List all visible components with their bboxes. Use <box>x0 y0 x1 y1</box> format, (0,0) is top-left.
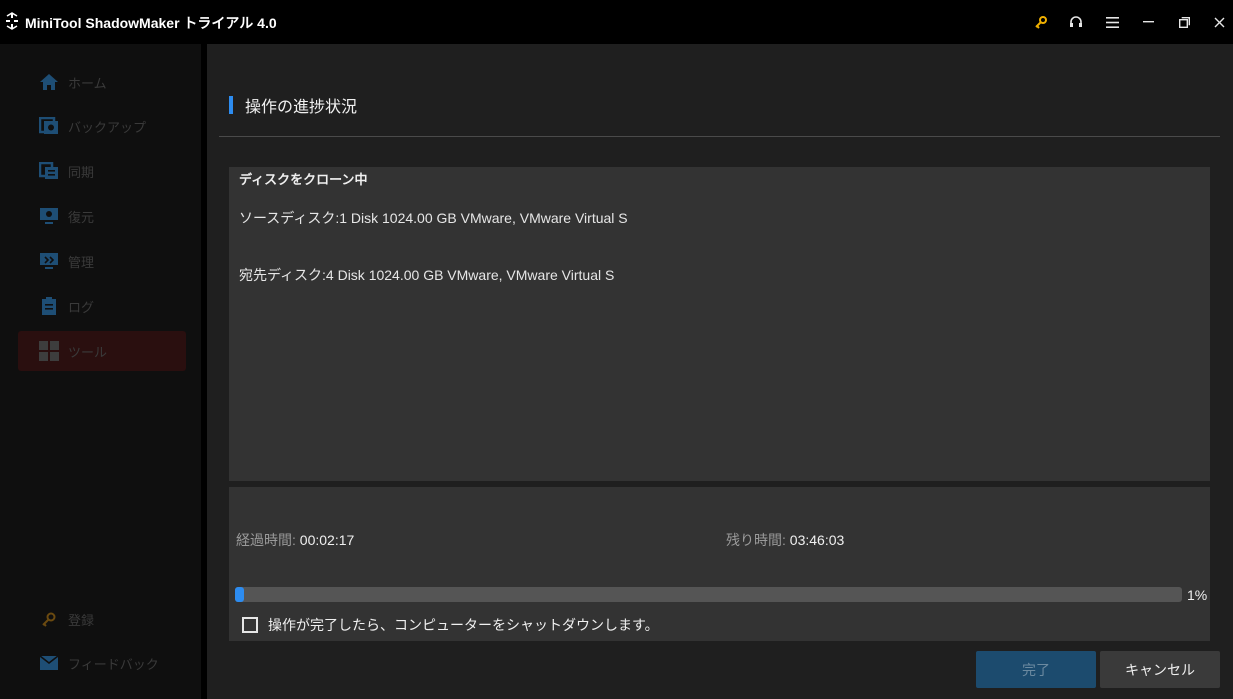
sidebar-item-label: 管理 <box>68 254 95 270</box>
elapsed-time: 経過時間: 00:02:17 <box>236 530 354 550</box>
sync-icon <box>38 160 60 182</box>
menu-icon[interactable] <box>1098 8 1126 36</box>
progress-bar-fill <box>235 587 245 602</box>
mail-icon <box>38 652 60 674</box>
finish-button[interactable]: 完了 <box>976 651 1096 688</box>
sidebar: ホーム バックアップ 同期 復元 管理 ログ ツール 登録 フィードバック <box>0 44 207 699</box>
sidebar-item-label: 同期 <box>68 164 95 180</box>
log-icon <box>38 295 60 317</box>
backup-icon <box>38 115 60 137</box>
sidebar-item-label: 登録 <box>68 612 95 628</box>
shutdown-checkbox[interactable] <box>242 617 258 633</box>
sidebar-item-label: ログ <box>68 299 95 315</box>
restore-icon[interactable] <box>1170 8 1198 36</box>
elapsed-time-value: 00:02:17 <box>299 532 355 548</box>
elapsed-time-label: 経過時間: <box>236 532 296 548</box>
tools-icon <box>38 340 60 362</box>
sidebar-item-label: ホーム <box>68 75 107 91</box>
key-icon <box>38 608 60 630</box>
headset-icon[interactable] <box>1062 8 1090 36</box>
title-bar: MiniTool ShadowMaker トライアル 4.0 <box>0 0 1233 44</box>
key-icon[interactable] <box>1027 8 1055 36</box>
divider <box>219 136 1220 137</box>
page-title: 操作の進捗状況 <box>229 94 357 116</box>
remaining-time: 残り時間: 03:46:03 <box>726 530 844 550</box>
sidebar-item-backup[interactable]: バックアップ <box>18 106 186 146</box>
progress-panel: 経過時間: 00:02:17 残り時間: 03:46:03 1% 操作が完了した… <box>229 487 1210 641</box>
remaining-time-value: 03:46:03 <box>789 532 845 548</box>
status-heading: ディスクをクローン中 <box>239 172 368 187</box>
sidebar-item-label: バックアップ <box>68 119 147 135</box>
sidebar-item-label: フィードバック <box>68 656 159 672</box>
shutdown-option[interactable]: 操作が完了したら、コンピューターをシャットダウンします。 <box>242 615 659 635</box>
page-title-text: 操作の進捗状況 <box>245 99 358 116</box>
operation-info-panel: ディスクをクローン中 ソースディスク:1 Disk 1024.00 GB VMw… <box>229 167 1210 481</box>
sidebar-item-home[interactable]: ホーム <box>18 62 186 102</box>
source-disk-text: ソースディスク:1 Disk 1024.00 GB VMware, VMware… <box>239 210 628 226</box>
sidebar-item-log[interactable]: ログ <box>18 286 186 326</box>
sidebar-item-feedback[interactable]: フィードバック <box>18 643 186 683</box>
sidebar-item-restore[interactable]: 復元 <box>18 196 186 236</box>
minimize-icon[interactable] <box>1134 8 1162 36</box>
manage-icon <box>38 250 60 272</box>
progress-bar <box>235 587 1182 602</box>
cancel-button[interactable]: キャンセル <box>1100 651 1220 688</box>
shutdown-label: 操作が完了したら、コンピューターをシャットダウンします。 <box>268 617 659 633</box>
sidebar-item-label: 復元 <box>68 209 95 225</box>
main-panel: 操作の進捗状況 ディスクをクローン中 ソースディスク:1 Disk 1024.0… <box>207 44 1233 699</box>
progress-percent: 1% <box>1187 587 1208 603</box>
destination-disk-text: 宛先ディスク:4 Disk 1024.00 GB VMware, VMware … <box>239 267 615 283</box>
sidebar-item-label: ツール <box>68 344 108 360</box>
app-title: MiniTool ShadowMaker トライアル 4.0 <box>25 15 277 31</box>
title-accent-bar <box>229 96 233 114</box>
remaining-time-label: 残り時間: <box>726 532 786 548</box>
sidebar-item-register[interactable]: 登録 <box>18 599 186 639</box>
close-icon[interactable] <box>1205 8 1233 36</box>
home-icon <box>38 71 60 93</box>
restore-icon <box>38 205 60 227</box>
app-logo-icon <box>6 12 18 30</box>
sidebar-item-sync[interactable]: 同期 <box>18 151 186 191</box>
sidebar-item-manage[interactable]: 管理 <box>18 241 186 281</box>
sidebar-item-tools[interactable]: ツール <box>18 331 186 371</box>
